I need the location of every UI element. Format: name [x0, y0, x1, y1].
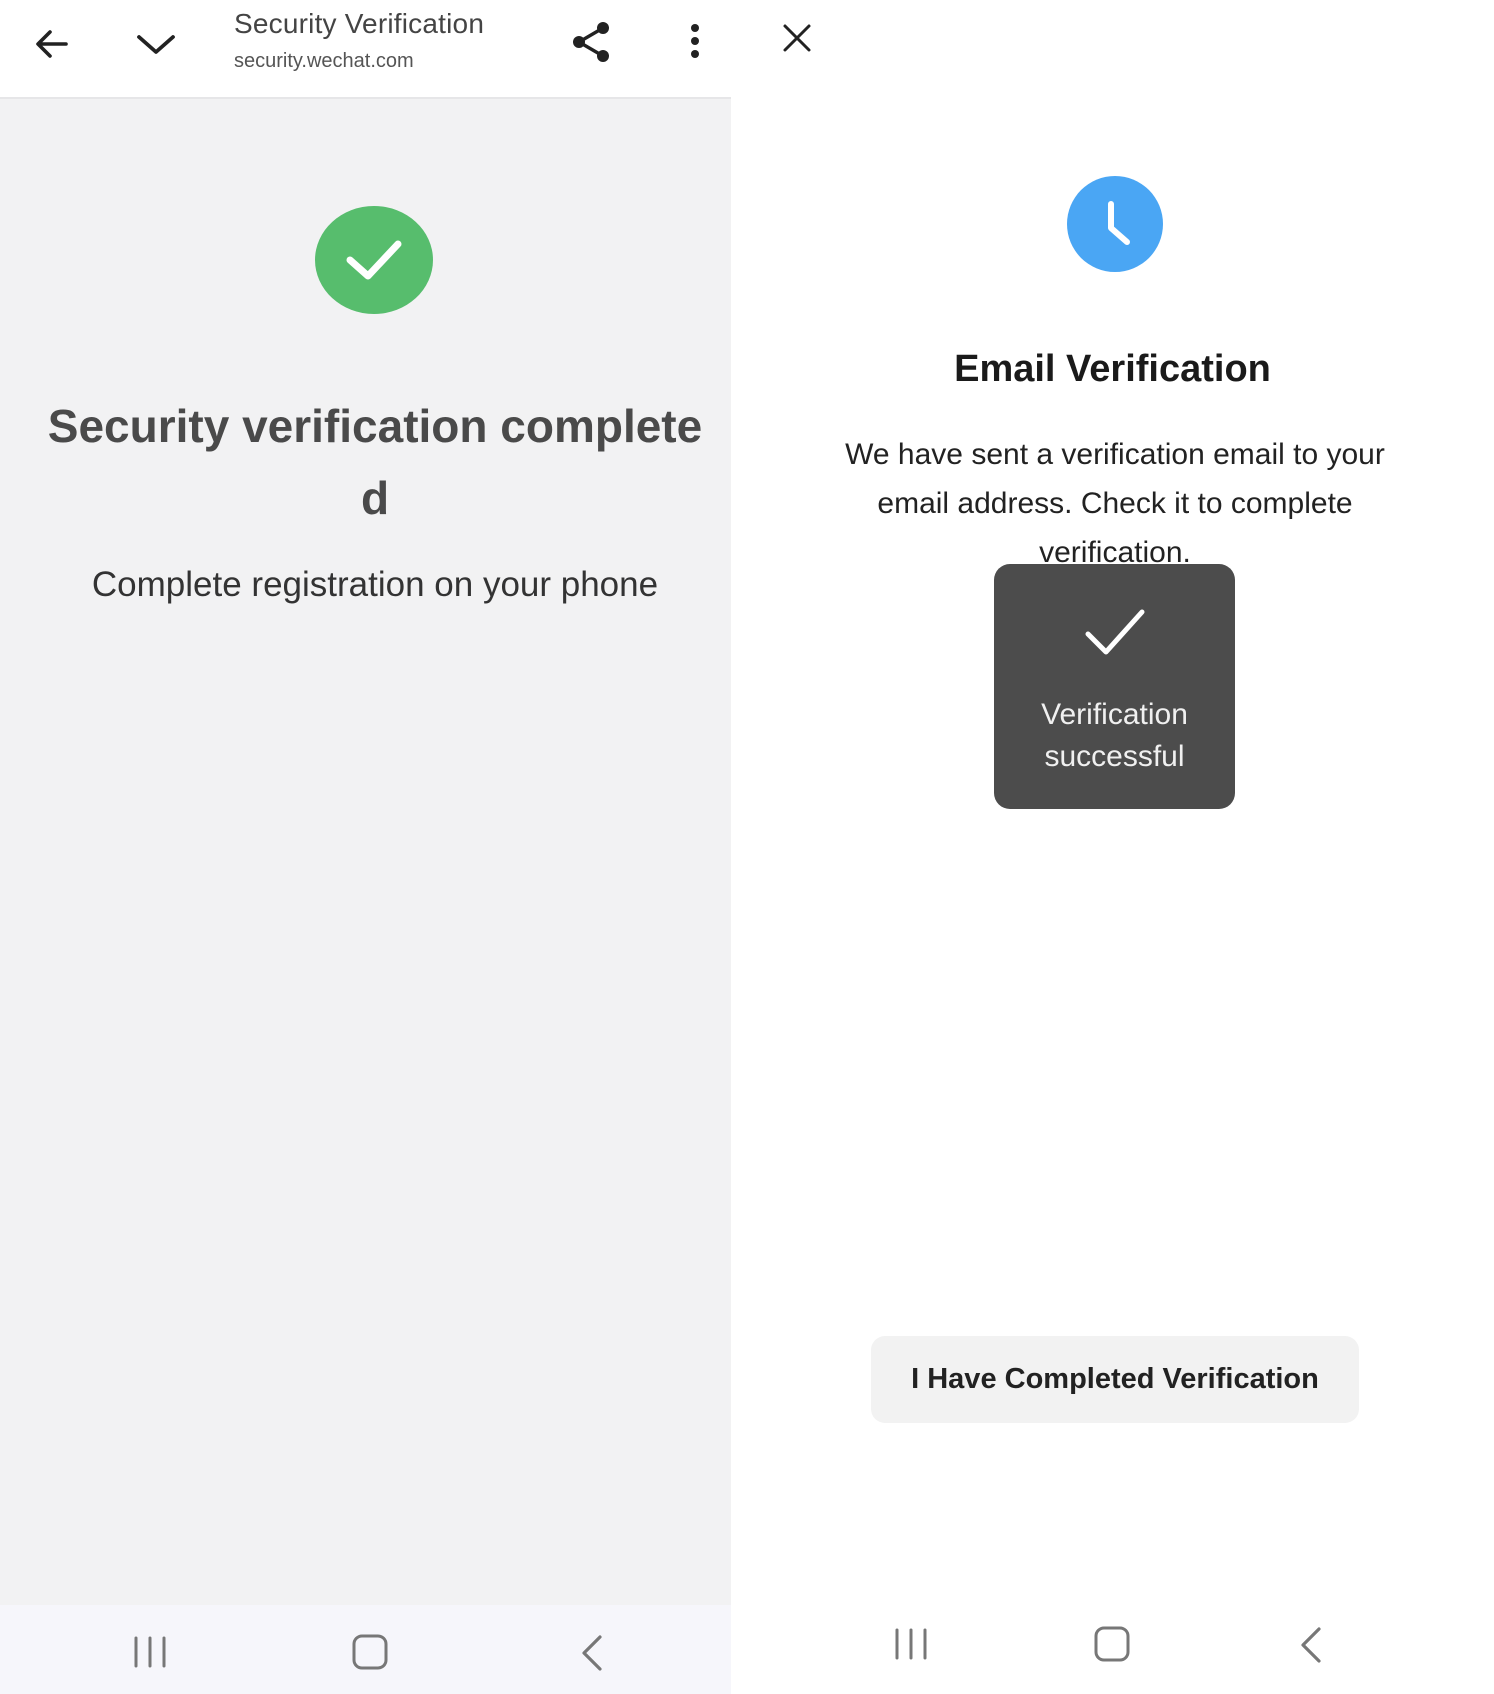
share-icon[interactable]	[568, 18, 616, 66]
pending-badge	[1067, 176, 1163, 272]
back-arrow-icon[interactable]	[30, 22, 74, 66]
email-verification-panel: Email Verification We have sent a verifi…	[731, 0, 1494, 1694]
browser-panel: Security Verification security.wechat.co…	[0, 0, 731, 1694]
more-vert-icon[interactable]	[683, 20, 707, 64]
success-badge	[315, 206, 433, 314]
back-icon[interactable]	[1297, 1625, 1325, 1665]
android-nav-bar	[0, 1605, 731, 1694]
check-icon	[1082, 604, 1148, 660]
recents-icon[interactable]	[130, 1635, 170, 1669]
registration-hint: Complete registration on your phone	[91, 565, 659, 604]
android-nav-bar	[731, 1605, 1494, 1694]
clock-icon	[1067, 176, 1163, 272]
page-title: Security Verification	[234, 8, 485, 39]
page-url[interactable]: security.wechat.com	[234, 50, 414, 73]
close-icon[interactable]	[779, 20, 815, 56]
verification-complete-title: Security verification completed	[47, 400, 703, 524]
toast-message: Verification successful	[1041, 698, 1188, 773]
email-verification-title: Email Verification	[954, 348, 1271, 390]
home-icon[interactable]	[350, 1633, 390, 1671]
recents-icon[interactable]	[891, 1627, 931, 1661]
success-toast: Verification successful	[994, 564, 1235, 809]
completed-verification-button[interactable]: I Have Completed Verification	[871, 1336, 1359, 1423]
home-icon[interactable]	[1092, 1625, 1132, 1663]
email-verification-description: We have sent a verification email to you…	[845, 438, 1385, 569]
browser-toolbar: Security Verification security.wechat.co…	[0, 0, 731, 99]
chevron-down-icon[interactable]	[134, 24, 178, 64]
check-icon	[344, 234, 404, 286]
back-icon[interactable]	[578, 1633, 606, 1673]
